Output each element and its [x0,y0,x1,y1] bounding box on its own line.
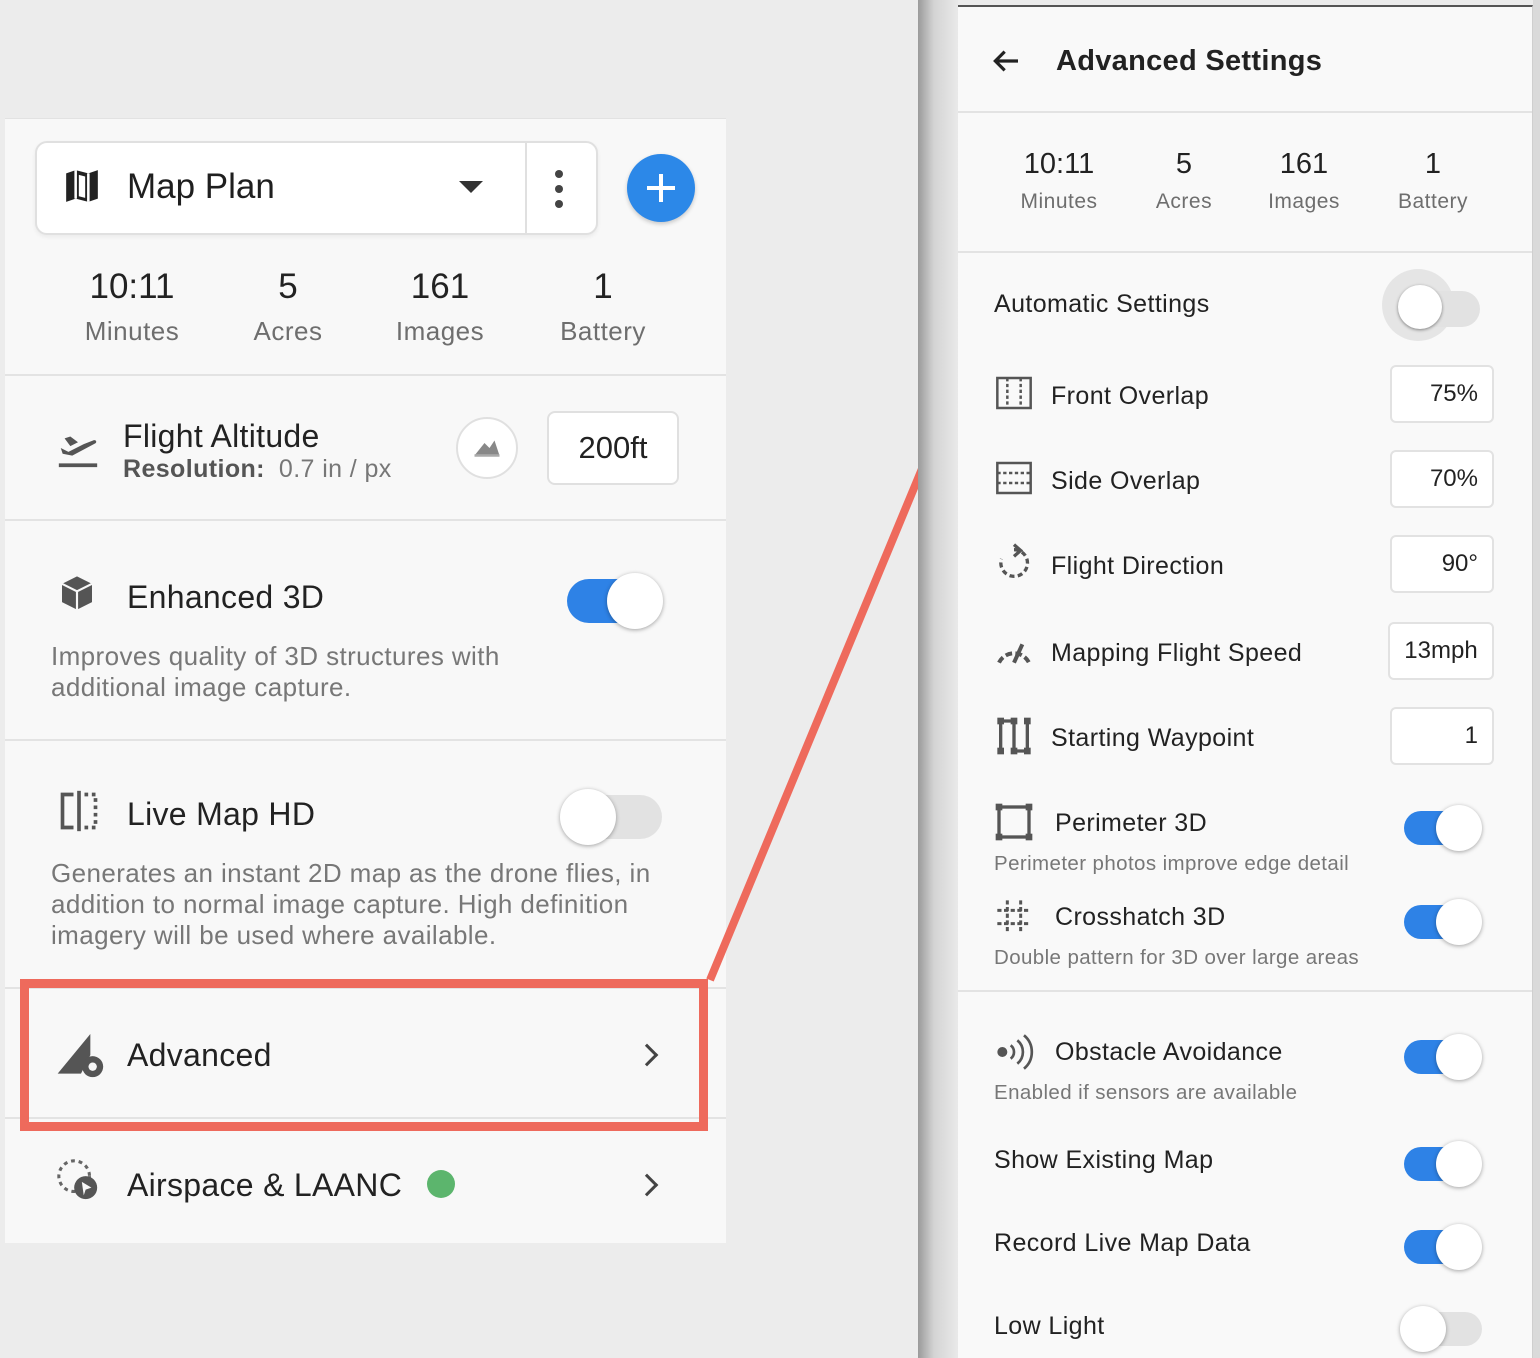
divider [5,374,726,376]
add-plan-button[interactable] [627,154,695,222]
split-map-icon [60,790,98,832]
front-overlap-label: Front Overlap [1051,382,1210,410]
stat-battery: 1 Battery [1368,147,1498,217]
cube-icon [61,576,93,610]
airspace-icon [57,1159,98,1200]
perimeter-3d-toggle[interactable] [1404,803,1484,853]
airplane-takeoff-icon [58,436,98,468]
stat-images: 161 Images [360,267,520,351]
starting-waypoint-input[interactable]: 1 [1390,707,1494,765]
rotate-icon [999,543,1030,578]
perimeter-icon [995,803,1033,841]
more-vertical-icon[interactable] [547,167,571,211]
stat-battery: 1 Battery [523,267,683,351]
stat-label: Battery [560,316,646,346]
stat-value: 1 [1424,148,1442,180]
stat-value: 161 [1279,148,1329,180]
flight-direction-input[interactable]: 90° [1390,535,1494,593]
back-arrow-icon[interactable] [990,45,1022,77]
obstacle-avoidance-toggle[interactable] [1404,1032,1484,1082]
terrain-follow-button[interactable] [456,417,518,479]
highlight-box [20,979,708,1131]
stat-value: 10:11 [89,267,175,306]
divider [958,251,1532,253]
crosshatch-3d-description: Double pattern for 3D over large areas [994,946,1360,969]
chevron-right-icon [635,1173,659,1197]
stat-label: Images [1268,190,1340,213]
mapping-flight-speed-input[interactable]: 13mph [1388,622,1494,680]
sensor-waves-icon [997,1034,1034,1070]
perimeter-3d-description: Perimeter photos improve edge detail [994,852,1350,875]
automatic-settings-toggle[interactable] [1382,269,1486,341]
window-edge [1533,0,1540,1358]
enhanced-3d-title: Enhanced 3D [127,579,325,615]
stat-value: 1 [593,267,613,306]
side-overlap-label: Side Overlap [1051,467,1201,495]
plan-title: Map Plan [127,167,275,206]
advanced-settings-title: Advanced Settings [1056,45,1323,77]
crosshatch-3d-toggle[interactable] [1404,897,1484,947]
flight-altitude-title: Flight Altitude [123,418,320,454]
stat-value: 10:11 [1023,148,1095,180]
stat-label: Images [395,316,485,346]
waypoint-path-icon [997,717,1031,755]
airspace-laanc-row[interactable]: Airspace & LAANC [5,1119,726,1244]
stat-value: 5 [1175,148,1193,180]
obstacle-avoidance-label: Obstacle Avoidance [1055,1038,1283,1066]
live-map-hd-description: Generates an instant 2D map as the drone… [51,858,651,950]
front-overlap-icon [996,376,1032,410]
resolution-label: Resolution: [123,455,265,483]
perimeter-3d-label: Perimeter 3D [1055,809,1208,837]
laanc-status-dot [427,1170,455,1198]
crosshatch-icon [997,900,1031,934]
resolution-value: 0.7 in / px [278,455,392,483]
stat-label: Battery [1397,190,1469,213]
stat-label: Minutes [1020,190,1098,213]
enhanced-3d-description: Improves quality of 3D structures with a… [51,641,500,702]
crosshatch-3d-label: Crosshatch 3D [1055,903,1226,931]
stat-value: 5 [278,267,298,306]
resolution-text: Resolution: 0.7 in / px [123,455,392,484]
stat-images: 161 Images [1239,147,1369,217]
stat-minutes: 10:11 Minutes [994,147,1124,217]
show-existing-map-label: Show Existing Map [994,1146,1214,1174]
terrain-icon [474,440,500,457]
side-overlap-icon [996,461,1032,495]
chevron-down-icon[interactable] [459,181,483,193]
divider [525,143,527,233]
flight-direction-label: Flight Direction [1051,552,1225,580]
live-map-hd-toggle[interactable] [560,787,665,847]
enhanced-3d-toggle[interactable] [567,571,667,631]
advanced-settings-panel: Advanced Settings 10:11 Minutes 5 Acres … [958,5,1533,1358]
stat-minutes: 10:11 Minutes [52,267,212,351]
obstacle-avoidance-description: Enabled if sensors are available [994,1081,1298,1104]
starting-waypoint-label: Starting Waypoint [1051,724,1255,752]
automatic-settings-label: Automatic Settings [994,290,1210,318]
low-light-toggle[interactable] [1398,1304,1484,1354]
record-live-map-data-label: Record Live Map Data [994,1229,1251,1257]
stat-acres: 5 Acres [1119,147,1249,217]
plan-selector[interactable]: Map Plan [35,141,598,235]
map-icon [66,170,98,202]
record-live-map-data-toggle[interactable] [1404,1222,1484,1272]
divider [5,519,726,521]
divider [958,990,1532,992]
stat-label: Minutes [84,316,180,346]
stat-value: 161 [410,267,470,306]
stat-acres: 5 Acres [208,267,368,351]
stat-label: Acres [253,316,323,346]
stat-label: Acres [1155,190,1213,213]
airspace-laanc-title: Airspace & LAANC [127,1167,403,1203]
front-overlap-input[interactable]: 75% [1390,365,1494,423]
low-light-label: Low Light [994,1312,1105,1340]
mapping-flight-speed-label: Mapping Flight Speed [1051,639,1303,667]
show-existing-map-toggle[interactable] [1404,1139,1484,1189]
speedometer-icon [997,643,1031,664]
divider [958,111,1532,113]
altitude-input[interactable]: 200ft [547,411,679,485]
side-overlap-input[interactable]: 70% [1390,450,1494,508]
live-map-hd-title: Live Map HD [127,796,316,832]
panel-shadow [918,0,958,1358]
divider [5,739,726,741]
